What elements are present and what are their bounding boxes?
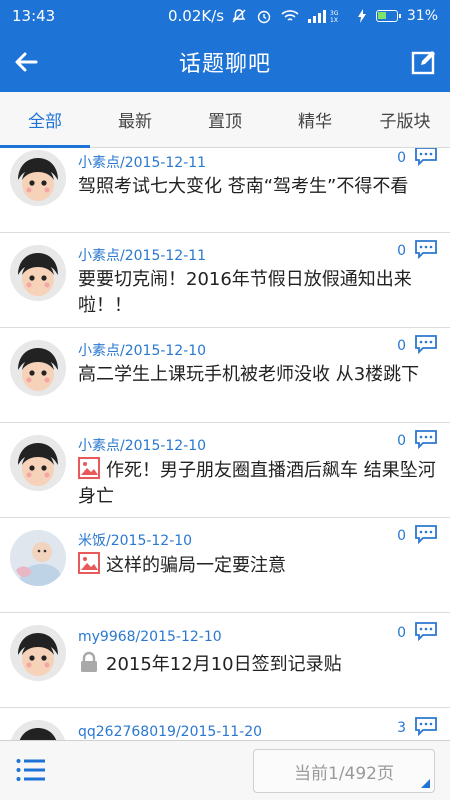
comment-icon	[415, 622, 437, 641]
alarm-icon	[257, 10, 271, 24]
list-item[interactable]: 小素点/2015-12-10 0 作死！男子朋友圈直播酒后飙车 结果坠河身亡	[0, 423, 450, 518]
post-title[interactable]: 高二学生上课玩手机被老师没收 从3楼跳下	[78, 362, 440, 388]
list-item[interactable]: 小素点/2015-12-11 0 驾照考试七大变化 苍南“驾考生”不得不看	[0, 148, 450, 233]
post-author-date[interactable]: 小素点/2015-12-11	[78, 152, 206, 172]
page-selector-button[interactable]: 当前1/492页	[253, 749, 435, 793]
post-title-text: 高二学生上课玩手机被老师没收 从3楼跳下	[78, 364, 420, 385]
post-author-date[interactable]: qq262768019/2015-11-20	[78, 724, 262, 740]
svg-text:1X: 1X	[330, 17, 338, 23]
network-speed: 0.02K/s	[168, 7, 225, 25]
status-icons: 3G 1X 31%	[231, 8, 438, 24]
image-icon	[78, 552, 100, 574]
post-author-date[interactable]: 小素点/2015-12-10	[78, 340, 206, 360]
avatar[interactable]	[10, 530, 66, 586]
post-author-date[interactable]: my9968/2015-12-10	[78, 629, 222, 645]
post-list: 小素点/2015-12-11 0 驾照考试七大变化 苍南“驾考生”不得不看 小素…	[0, 148, 450, 740]
reply-count: 0	[397, 338, 406, 354]
list-item[interactable]: my9968/2015-12-10 0 2015年12月10日签到记录贴	[0, 613, 450, 708]
reply-count: 3	[397, 720, 406, 736]
post-title[interactable]: 2015年12月10日签到记录贴	[78, 651, 440, 678]
reply-count: 0	[397, 528, 406, 544]
compose-icon[interactable]	[410, 48, 438, 76]
lock-icon	[81, 651, 97, 672]
avatar[interactable]	[10, 340, 66, 396]
tab-all[interactable]: 全部	[0, 92, 90, 148]
list-item[interactable]: 小素点/2015-12-11 0 要要切克闹！2016年节假日放假通知出来啦！！	[0, 233, 450, 328]
reply-count: 0	[397, 433, 406, 449]
post-title-text: 2015年12月10日签到记录贴	[106, 654, 342, 675]
bottom-toolbar: 当前1/492页	[0, 740, 450, 800]
comment-icon	[415, 335, 437, 354]
dropdown-corner-icon	[421, 779, 430, 788]
comment-icon	[415, 525, 437, 544]
back-arrow-icon[interactable]	[12, 48, 40, 76]
comment-icon	[415, 240, 437, 259]
list-item[interactable]: 小素点/2015-12-10 0 高二学生上课玩手机被老师没收 从3楼跳下	[0, 328, 450, 423]
post-title-text: 驾照考试七大变化 苍南“驾考生”不得不看	[78, 176, 409, 197]
page-title: 话题聊吧	[178, 52, 271, 77]
list-menu-icon[interactable]	[16, 758, 46, 782]
tab-latest[interactable]: 最新	[90, 92, 180, 147]
battery-level: 31%	[406, 8, 438, 24]
svg-text:3G: 3G	[330, 10, 339, 17]
list-item[interactable]: qq262768019/2015-11-20 3	[0, 708, 450, 740]
status-bar: 13:43 0.02K/s 3G 1X 31%	[0, 0, 450, 32]
image-icon	[78, 457, 100, 479]
comment-icon	[415, 717, 437, 736]
app-header: 话题聊吧	[0, 32, 450, 92]
tab-subforums[interactable]: 子版块	[360, 92, 450, 147]
post-title-text: 要要切克闹！2016年节假日放假通知出来啦！！	[78, 269, 412, 316]
wifi-icon	[281, 10, 299, 21]
post-title[interactable]: 作死！男子朋友圈直播酒后飙车 结果坠河身亡	[78, 457, 440, 510]
post-title[interactable]: 驾照考试七大变化 苍南“驾考生”不得不看	[78, 174, 440, 200]
battery-icon	[375, 10, 401, 22]
post-title-text: 这样的骗局一定要注意	[106, 555, 286, 576]
charging-icon	[357, 9, 366, 23]
avatar[interactable]	[10, 435, 66, 491]
signal-icon: 3G1X	[307, 10, 339, 23]
reply-count: 0	[397, 243, 406, 259]
avatar[interactable]	[10, 150, 66, 206]
list-item[interactable]: 米饭/2015-12-10 0 这样的骗局一定要注意	[0, 518, 450, 613]
post-author-date[interactable]: 米饭/2015-12-10	[78, 530, 192, 550]
comment-icon	[415, 430, 437, 449]
tab-bar: 全部 最新 置顶 精华 子版块	[0, 92, 450, 148]
avatar[interactable]	[10, 245, 66, 301]
avatar[interactable]	[10, 720, 66, 740]
post-title-text: 作死！男子朋友圈直播酒后飙车 结果坠河身亡	[78, 460, 436, 507]
reply-count: 0	[397, 150, 406, 166]
status-time: 13:43	[12, 7, 56, 25]
avatar[interactable]	[10, 625, 66, 681]
post-title[interactable]: 要要切克闹！2016年节假日放假通知出来啦！！	[78, 267, 440, 319]
no-notification-icon	[232, 9, 246, 23]
post-author-date[interactable]: 小素点/2015-12-11	[78, 245, 206, 265]
page-indicator: 当前1/492页	[294, 763, 394, 784]
tab-pinned[interactable]: 置顶	[180, 92, 270, 147]
post-title[interactable]: 这样的骗局一定要注意	[78, 552, 440, 579]
reply-count: 0	[397, 625, 406, 641]
tab-featured[interactable]: 精华	[270, 92, 360, 147]
post-author-date[interactable]: 小素点/2015-12-10	[78, 435, 206, 455]
comment-icon	[415, 148, 437, 166]
